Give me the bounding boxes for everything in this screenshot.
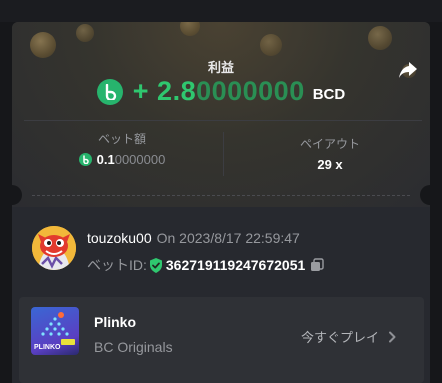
- copy-icon[interactable]: [310, 258, 324, 272]
- bet-amount-label: ベット額: [97, 132, 146, 146]
- game-provider: BC Originals: [94, 339, 173, 355]
- payout-label: ペイアウト: [299, 137, 360, 151]
- divider: [24, 120, 422, 121]
- profit-row: + 2.80000000 BCD: [12, 76, 430, 107]
- game-card[interactable]: PLINKO Plinko BC Originals 今すぐプレイ: [19, 297, 424, 383]
- play-now-label: 今すぐプレイ: [301, 330, 380, 345]
- decorative-coin: [76, 24, 94, 42]
- share-button[interactable]: [396, 58, 420, 82]
- bet-id-line: ベットID: 362719119247672051: [87, 255, 324, 275]
- decorative-coin: [30, 32, 56, 58]
- dashed-separator: [32, 195, 410, 196]
- payout-stat: ペイアウト 29 x: [230, 135, 430, 172]
- bet-timestamp: On 2023/8/17 22:59:47: [156, 230, 300, 246]
- profit-label: 利益: [207, 60, 234, 75]
- game-name[interactable]: Plinko: [94, 314, 136, 330]
- decorative-coin: [260, 34, 282, 56]
- bet-amount-stat: ベット額 0.1 0000000: [22, 130, 222, 167]
- bet-amount-trailing: 0000000: [114, 152, 166, 167]
- user-line: touzoku00 On 2023/8/17 22:59:47: [87, 230, 300, 246]
- play-now-link[interactable]: 今すぐプレイ: [301, 327, 397, 346]
- profit-amount-main: 2.8: [157, 76, 197, 106]
- profit-sign: +: [132, 76, 158, 106]
- game-thumbnail[interactable]: PLINKO: [31, 307, 79, 355]
- avatar[interactable]: [32, 226, 76, 270]
- profit-amount: + 2.80000000: [133, 76, 305, 107]
- decorative-coin: [368, 26, 392, 50]
- profit-amount-trailing: 0000000: [196, 76, 305, 106]
- bet-amount-value: 0.1 0000000: [22, 152, 222, 167]
- payout-value: 29 x: [317, 157, 343, 172]
- decorative-coin: [180, 22, 200, 36]
- profit-currency: BCD: [312, 85, 346, 103]
- bcd-coin-icon: [96, 78, 123, 105]
- chevron-right-icon: [389, 331, 396, 342]
- share-arrow-icon: [399, 62, 417, 78]
- bet-amount-main: 0.1: [96, 152, 115, 167]
- bet-detail-card: 利益 + 2.80000000 BCD ベット額 0.1 0000000 ペイア…: [12, 22, 430, 383]
- divider: [223, 132, 224, 176]
- shield-check-icon: [149, 257, 162, 273]
- top-strip: [0, 0, 442, 22]
- bet-id-label: ベットID:: [87, 257, 147, 273]
- bet-id-value: 362719119247672051: [165, 257, 306, 273]
- bet-detail-page: 利益 + 2.80000000 BCD ベット額 0.1 0000000 ペイア…: [0, 0, 442, 383]
- avatar-image: [32, 226, 76, 270]
- thumbnail-caption: PLINKO: [34, 344, 61, 351]
- bcd-coin-icon: [78, 153, 92, 166]
- username[interactable]: touzoku00: [87, 230, 152, 246]
- hero-background: [12, 22, 430, 207]
